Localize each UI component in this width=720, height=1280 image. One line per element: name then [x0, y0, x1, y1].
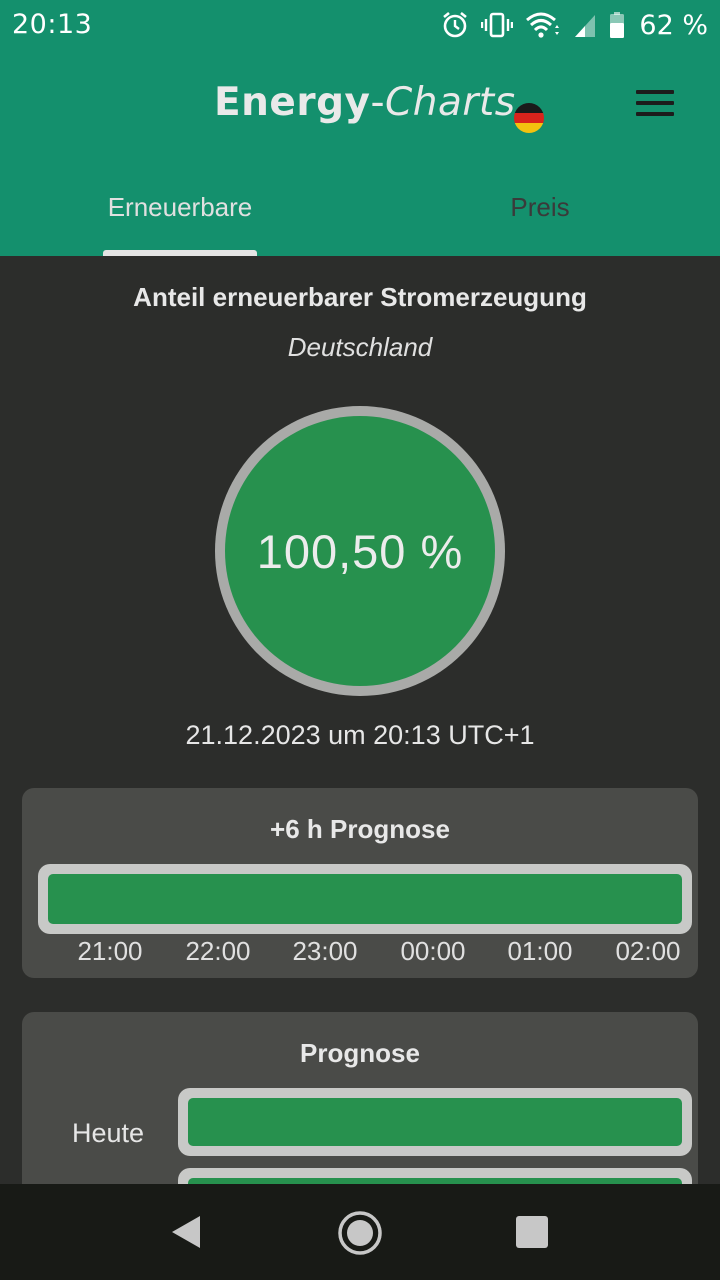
renewable-share-gauge: 100,50 % [215, 406, 505, 696]
page-title: Anteil erneuerbarer Stromerzeugung [133, 282, 587, 312]
home-circle-icon[interactable] [337, 1210, 383, 1261]
signal-icon [573, 11, 597, 39]
wifi-icon [525, 11, 561, 39]
time-tick: 01:00 [507, 936, 573, 966]
status-bar: 20:13 62 % [0, 0, 720, 50]
recents-square-icon[interactable] [516, 1216, 548, 1248]
tab-bar: Erneuerbare Preis [0, 180, 720, 256]
share-value: 100,50 % [256, 524, 464, 578]
forecast-6h-title: +6 h Prognose [270, 814, 450, 844]
time-tick: 23:00 [292, 936, 358, 966]
forecast-title: Prognose [300, 1038, 420, 1068]
back-triangle-icon[interactable] [170, 1215, 202, 1254]
tab-preis[interactable]: Preis [360, 180, 720, 256]
forecast-bar-today [178, 1088, 692, 1156]
time-tick: 02:00 [615, 936, 681, 966]
tab-erneuerbare[interactable]: Erneuerbare [0, 180, 360, 256]
logo-italic: Charts [385, 80, 516, 125]
time-tick: 21:00 [77, 936, 143, 966]
forecast-6h-time-axis: 21:00 22:00 23:00 00:00 01:00 02:00 [22, 934, 698, 968]
vibrate-icon [481, 11, 514, 39]
forecast-row-label-today: Heute [72, 1118, 145, 1148]
tab-erneuerbare-label: Erneuerbare [107, 192, 253, 222]
logo-dash: - [370, 80, 386, 125]
forecast-6h-card: +6 h Prognose 21:00 22:00 23:00 00:00 01… [22, 788, 698, 978]
app-logo: Energy-Charts [214, 80, 516, 125]
status-icons: 62 % [441, 8, 708, 42]
gauge-fill: 100,50 % [225, 416, 495, 686]
forecast-6h-bar-fill [48, 874, 682, 924]
hamburger-menu-icon[interactable] [636, 90, 676, 120]
timestamp: 21.12.2023 um 20:13 UTC+1 [185, 720, 535, 750]
logo-bold: Energy [214, 80, 371, 125]
tab-preis-label: Preis [510, 192, 570, 222]
battery-level: 62 % [639, 9, 708, 41]
forecast-card: Prognose Heute [22, 1012, 698, 1236]
time-tick: 00:00 [400, 936, 466, 966]
system-nav-bar [0, 1184, 720, 1280]
status-time: 20:13 [12, 9, 93, 40]
germany-flag-icon[interactable] [514, 103, 544, 133]
forecast-6h-bar [38, 864, 692, 934]
app-bar: Energy-Charts Erneuerbare Preis [0, 50, 720, 256]
forecast-bar-today-fill [188, 1098, 682, 1146]
alarm-icon [441, 11, 469, 39]
region-label: Deutschland [287, 332, 433, 362]
battery-icon [609, 11, 625, 39]
tab-indicator [103, 250, 257, 256]
time-tick: 22:00 [185, 936, 251, 966]
